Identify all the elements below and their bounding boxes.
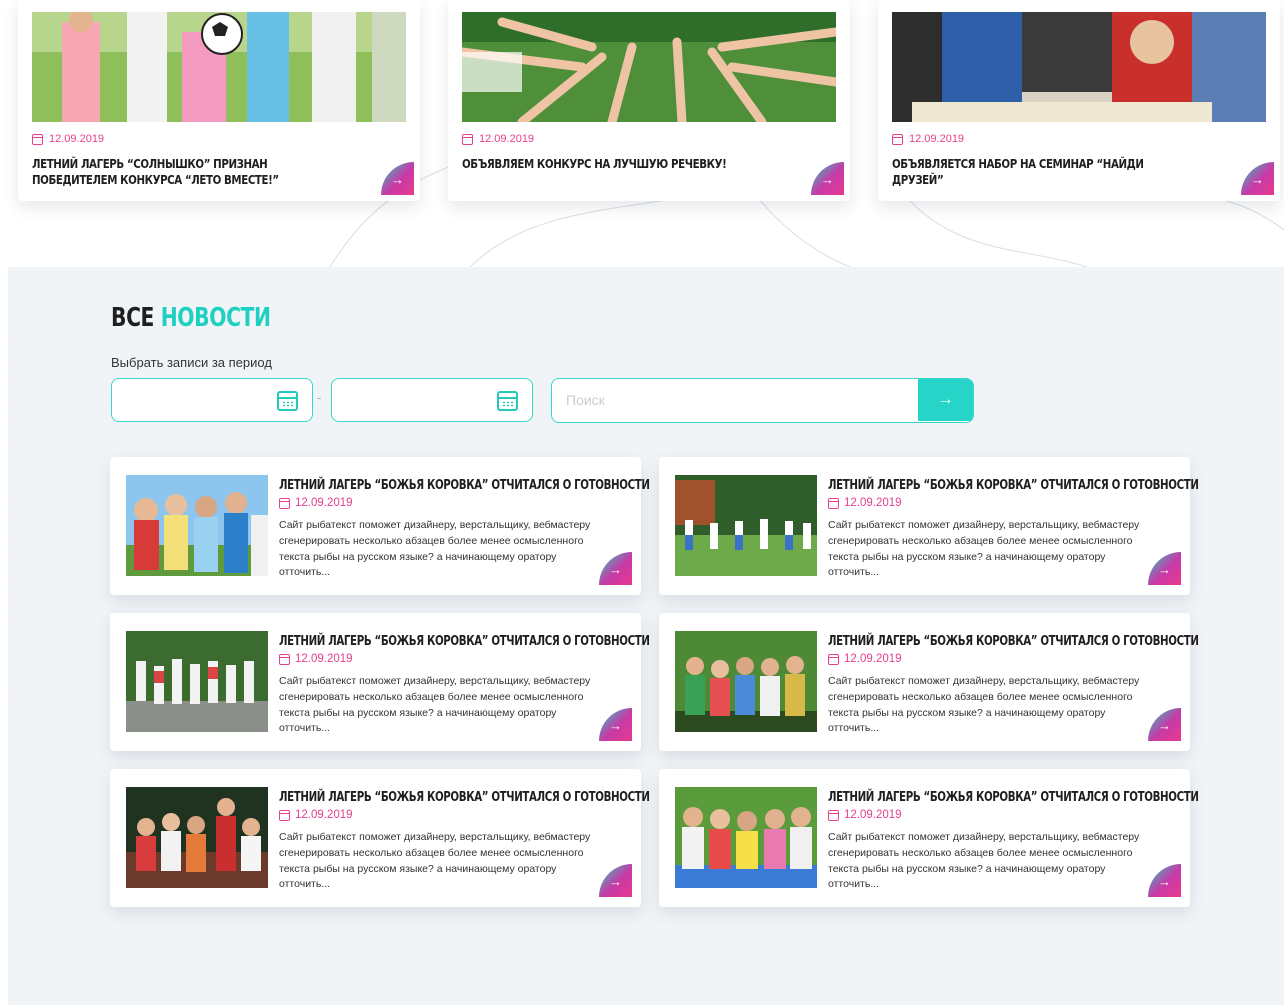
news-date: 12.09.2019 bbox=[279, 497, 353, 509]
news-excerpt: Сайт рыбатекст поможет дизайнеру, верста… bbox=[279, 675, 591, 735]
date-from-field[interactable] bbox=[111, 378, 313, 422]
news-date: 12.09.2019 bbox=[828, 497, 902, 509]
date-to-field[interactable] bbox=[331, 378, 533, 422]
date-range-separator: - bbox=[317, 390, 322, 405]
news-date-text: 12.09.2019 bbox=[295, 497, 353, 509]
calendar-icon bbox=[279, 653, 290, 665]
news-thumbnail bbox=[675, 787, 817, 888]
news-date-text: 12.09.2019 bbox=[295, 653, 353, 665]
news-date: 12.09.2019 bbox=[279, 653, 353, 665]
arrow-right-icon: → bbox=[1158, 874, 1171, 889]
calendar-icon bbox=[279, 497, 290, 509]
arrow-right-icon: → bbox=[1158, 718, 1171, 733]
news-date-text: 12.09.2019 bbox=[909, 133, 965, 145]
read-more-button[interactable]: → bbox=[1241, 162, 1274, 195]
section-title: Все новости bbox=[111, 303, 271, 333]
news-photo bbox=[892, 12, 1266, 122]
search-box: → bbox=[551, 378, 974, 423]
news-date: 12.09.2019 bbox=[462, 133, 534, 145]
search-button[interactable]: → bbox=[918, 379, 973, 421]
news-date: 12.09.2019 bbox=[892, 133, 964, 145]
calendar-icon bbox=[828, 653, 839, 665]
arrow-right-icon: → bbox=[1251, 172, 1264, 187]
news-card[interactable]: Летний лагерь “Божья коровка” отчитался … bbox=[110, 613, 650, 751]
news-photo bbox=[32, 12, 406, 122]
featured-news-card[interactable]: 12.09.2019 Объявляем конкурс на лучшую р… bbox=[448, 0, 850, 201]
arrow-right-icon: → bbox=[609, 718, 622, 733]
featured-news-card[interactable]: 12.09.2019 Летний лагерь “Солнышко” приз… bbox=[18, 0, 420, 201]
news-date-text: 12.09.2019 bbox=[295, 809, 353, 821]
news-excerpt: Сайт рыбатекст поможет дизайнеру, верста… bbox=[828, 519, 1140, 579]
news-date: 12.09.2019 bbox=[279, 809, 353, 821]
news-title[interactable]: Летний лагерь “Божья коровка” отчитался … bbox=[279, 633, 650, 649]
news-thumbnail bbox=[126, 787, 268, 888]
arrow-right-icon: → bbox=[937, 391, 954, 408]
news-date: 12.09.2019 bbox=[828, 809, 902, 821]
calendar-icon bbox=[892, 133, 903, 145]
news-date-text: 12.09.2019 bbox=[844, 497, 902, 509]
arrow-right-icon: → bbox=[609, 874, 622, 889]
news-date: 12.09.2019 bbox=[828, 653, 902, 665]
section-title-accent: новости bbox=[160, 303, 271, 333]
news-title[interactable]: Объявляется набор на семинар “Найди друз… bbox=[892, 156, 1163, 188]
news-thumbnail bbox=[675, 475, 817, 576]
calendar-icon bbox=[828, 809, 839, 821]
section-title-main: Все bbox=[111, 303, 155, 333]
news-thumbnail bbox=[126, 475, 268, 576]
arrow-right-icon: → bbox=[821, 172, 834, 187]
news-excerpt: Сайт рыбатекст поможет дизайнеру, верста… bbox=[828, 675, 1140, 735]
calendar-icon bbox=[828, 497, 839, 509]
news-date-text: 12.09.2019 bbox=[844, 653, 902, 665]
news-date-text: 12.09.2019 bbox=[844, 809, 902, 821]
news-excerpt: Сайт рыбатекст поможет дизайнеру, верста… bbox=[828, 831, 1140, 891]
news-card[interactable]: Летний лагерь “Божья коровка” отчитался … bbox=[659, 613, 1199, 751]
news-title[interactable]: Летний лагерь “Божья коровка” отчитался … bbox=[828, 477, 1199, 493]
news-date-text: 12.09.2019 bbox=[49, 133, 105, 145]
read-more-button[interactable]: → bbox=[381, 162, 414, 195]
calendar-icon bbox=[279, 809, 290, 821]
calendar-icon bbox=[462, 133, 473, 145]
all-news-section: Все новости Выбрать записи за период - → bbox=[8, 267, 1284, 1005]
news-thumbnail bbox=[675, 631, 817, 732]
news-thumbnail bbox=[126, 631, 268, 732]
news-title[interactable]: Летний лагерь “Божья коровка” отчитался … bbox=[828, 789, 1199, 805]
search-input[interactable] bbox=[552, 379, 918, 421]
arrow-right-icon: → bbox=[609, 562, 622, 577]
news-excerpt: Сайт рыбатекст поможет дизайнеру, верста… bbox=[279, 831, 591, 891]
news-card[interactable]: Летний лагерь “Божья коровка” отчитался … bbox=[110, 769, 650, 907]
news-title[interactable]: Летний лагерь “Солнышко” признан победит… bbox=[32, 156, 303, 188]
news-date-text: 12.09.2019 bbox=[479, 133, 535, 145]
news-card[interactable]: Летний лагерь “Божья коровка” отчитался … bbox=[659, 457, 1199, 595]
news-card[interactable]: Летний лагерь “Божья коровка” отчитался … bbox=[110, 457, 650, 595]
news-photo bbox=[462, 12, 836, 122]
news-title[interactable]: Объявляем конкурс на лучшую речевку! bbox=[462, 156, 733, 172]
featured-news: 12.09.2019 Летний лагерь “Солнышко” приз… bbox=[0, 0, 1284, 267]
news-date: 12.09.2019 bbox=[32, 133, 104, 145]
arrow-right-icon: → bbox=[1158, 562, 1171, 577]
featured-news-card[interactable]: 12.09.2019 Объявляется набор на семинар … bbox=[878, 0, 1280, 201]
news-excerpt: Сайт рыбатекст поможет дизайнеру, верста… bbox=[279, 519, 591, 579]
arrow-right-icon: → bbox=[391, 172, 404, 187]
news-title[interactable]: Летний лагерь “Божья коровка” отчитался … bbox=[279, 477, 650, 493]
period-label: Выбрать записи за период bbox=[111, 355, 272, 370]
calendar-icon bbox=[32, 133, 43, 145]
calendar-icon[interactable] bbox=[277, 391, 298, 411]
calendar-icon[interactable] bbox=[497, 391, 518, 411]
read-more-button[interactable]: → bbox=[811, 162, 844, 195]
news-title[interactable]: Летний лагерь “Божья коровка” отчитался … bbox=[279, 789, 650, 805]
news-title[interactable]: Летний лагерь “Божья коровка” отчитался … bbox=[828, 633, 1199, 649]
news-card[interactable]: Летний лагерь “Божья коровка” отчитался … bbox=[659, 769, 1199, 907]
